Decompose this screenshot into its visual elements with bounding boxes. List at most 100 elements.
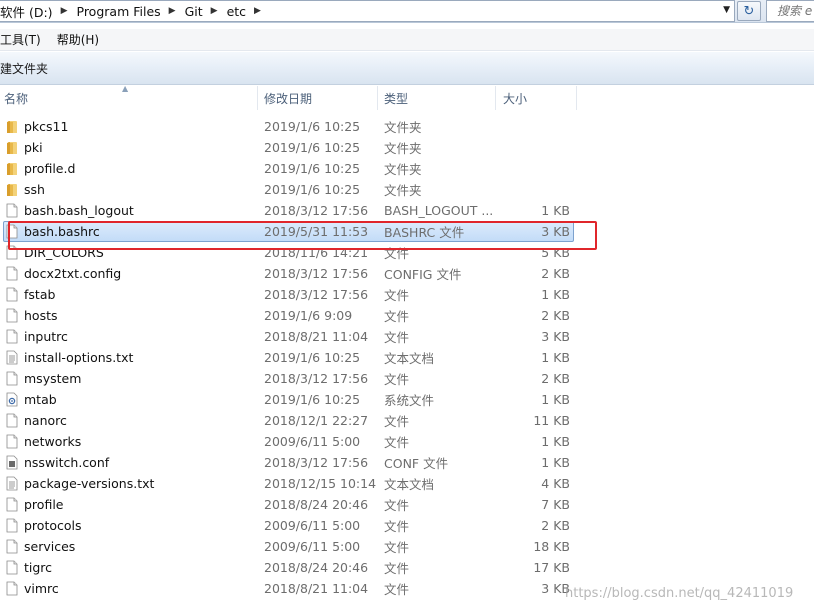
file-name: hosts xyxy=(24,308,58,323)
file-size xyxy=(498,179,570,200)
file-type: 文件 xyxy=(384,519,410,534)
breadcrumb-drive[interactable]: 软件 (D:) xyxy=(0,2,53,21)
file-size: 1 KB xyxy=(541,434,570,449)
conf-file-icon xyxy=(4,452,20,473)
file-name: networks xyxy=(24,434,82,449)
breadcrumb-separator-icon[interactable]: ▶ xyxy=(254,6,261,16)
file-row[interactable]: pkcs11 2019/1/6 10:25 文件夹 xyxy=(0,116,814,137)
breadcrumb-git[interactable]: Git xyxy=(185,4,203,19)
breadcrumb-separator-icon[interactable]: ▶ xyxy=(211,6,218,16)
file-date: 2018/3/12 17:56 xyxy=(264,287,369,302)
file-row[interactable]: msystem 2018/3/12 17:56 文件 2 KB xyxy=(0,368,814,389)
file-date: 2018/3/12 17:56 xyxy=(264,266,369,281)
file-type: 文件 xyxy=(384,288,410,303)
column-header-size[interactable]: 大小 xyxy=(499,86,577,110)
file-icon xyxy=(4,557,20,578)
column-header-date[interactable]: 修改日期 xyxy=(260,86,378,110)
file-row[interactable]: install-options.txt 2019/1/6 10:25 文本文档 1 K… xyxy=(0,347,814,368)
file-row[interactable]: tigrc 2018/8/24 20:46 文件 17 KB xyxy=(0,557,814,578)
file-name: nanorc xyxy=(24,413,67,428)
file-row[interactable]: nanorc 2018/12/1 22:27 文件 11 KB xyxy=(0,410,814,431)
file-row[interactable]: bash.bash_logout 2018/3/12 17:56 BASH_LOGO… xyxy=(0,200,814,221)
file-date: 2018/12/1 22:27 xyxy=(264,413,369,428)
file-row[interactable]: mtab 2019/1/6 10:25 系统文件 1 KB xyxy=(0,389,814,410)
refresh-icon: ↻ xyxy=(743,3,755,19)
file-row[interactable]: networks 2009/6/11 5:00 文件 1 KB xyxy=(0,431,814,452)
file-row[interactable]: pki 2019/1/6 10:25 文件夹 xyxy=(0,137,814,158)
new-folder-button[interactable]: 建文件夹 xyxy=(0,60,48,77)
file-name: pki xyxy=(24,140,43,155)
file-size: 18 KB xyxy=(533,539,570,554)
file-size xyxy=(498,158,570,179)
file-icon xyxy=(4,494,20,515)
breadcrumb-program-files[interactable]: Program Files xyxy=(77,4,161,19)
address-box[interactable]: 软件 (D:) ▶ Program Files ▶ Git ▶ etc ▶ ▼ xyxy=(0,0,735,22)
file-size: 4 KB xyxy=(541,476,570,491)
file-row[interactable]: protocols 2009/6/11 5:00 文件 2 KB xyxy=(0,515,814,536)
file-type: 文件 xyxy=(384,582,410,597)
file-date: 2018/3/12 17:56 xyxy=(264,455,369,470)
file-type: 系统文件 xyxy=(384,393,435,408)
file-type: CONF 文件 xyxy=(384,456,449,471)
file-icon xyxy=(4,410,20,431)
refresh-button[interactable]: ↻ xyxy=(737,1,761,21)
file-row[interactable]: services 2009/6/11 5:00 文件 18 KB xyxy=(0,536,814,557)
breadcrumb-separator-icon[interactable]: ▶ xyxy=(61,6,68,16)
file-name: docx2txt.config xyxy=(24,266,122,281)
file-row[interactable]: fstab 2018/3/12 17:56 文件 1 KB xyxy=(0,284,814,305)
file-list: pkcs11 2019/1/6 10:25 文件夹 pki 2019/1/6 10:25… xyxy=(0,116,814,599)
file-name: install-options.txt xyxy=(24,350,134,365)
file-name: fstab xyxy=(24,287,56,302)
file-size: 3 KB xyxy=(541,329,570,344)
file-size: 2 KB xyxy=(541,518,570,533)
column-header-type-label: 类型 xyxy=(384,91,409,106)
menu-help[interactable]: 帮助(H) xyxy=(57,31,99,48)
address-bar: 软件 (D:) ▶ Program Files ▶ Git ▶ etc ▶ ▼ … xyxy=(0,0,814,23)
file-type: 文本文档 xyxy=(384,351,435,366)
file-size: 2 KB xyxy=(541,266,570,281)
file-name: nsswitch.conf xyxy=(24,455,110,470)
file-type: 文件 xyxy=(384,414,410,429)
file-icon xyxy=(4,536,20,557)
file-row[interactable]: docx2txt.config 2018/3/12 17:56 CONFIG 文件 2… xyxy=(0,263,814,284)
file-icon xyxy=(4,515,20,536)
file-icon xyxy=(4,284,20,305)
menu-tools[interactable]: 工具(T) xyxy=(0,31,41,48)
folder-icon xyxy=(4,179,20,200)
file-icon xyxy=(4,263,20,284)
breadcrumb-separator-icon[interactable]: ▶ xyxy=(169,6,176,16)
text-file-icon xyxy=(4,473,20,494)
file-date: 2009/6/11 5:00 xyxy=(264,518,361,533)
file-row[interactable]: package-versions.txt 2018/12/15 10:14 文本文档… xyxy=(0,473,814,494)
file-size: 1 KB xyxy=(541,287,570,302)
file-icon xyxy=(4,326,20,347)
file-row[interactable]: inputrc 2018/8/21 11:04 文件 3 KB xyxy=(0,326,814,347)
file-date: 2019/1/6 10:25 xyxy=(264,350,361,365)
breadcrumb-etc[interactable]: etc xyxy=(227,4,246,19)
chevron-down-icon[interactable]: ▼ xyxy=(723,5,730,15)
file-date: 2018/3/12 17:56 xyxy=(264,371,369,386)
column-headers: 名称 ▲ 修改日期 类型 大小 xyxy=(0,84,814,110)
file-size: 1 KB xyxy=(541,350,570,365)
command-bar: 建文件夹 xyxy=(0,52,814,85)
search-field[interactable] xyxy=(766,0,814,22)
file-type: 文件 xyxy=(384,435,410,450)
file-row[interactable]: hosts 2019/1/6 9:09 文件 2 KB xyxy=(0,305,814,326)
file-row[interactable]: nsswitch.conf 2018/3/12 17:56 CONF 文件 1 KB xyxy=(0,452,814,473)
file-size: 11 KB xyxy=(533,413,570,428)
column-header-name[interactable]: 名称 ▲ xyxy=(0,84,258,110)
file-type: BASH_LOGOUT ... xyxy=(384,203,494,218)
column-header-type[interactable]: 类型 xyxy=(380,86,496,110)
file-name: msystem xyxy=(24,371,82,386)
file-row[interactable]: ssh 2019/1/6 10:25 文件夹 xyxy=(0,179,814,200)
sort-ascending-icon: ▲ xyxy=(122,84,129,93)
search-input[interactable] xyxy=(777,4,814,18)
file-name: tigrc xyxy=(24,560,53,575)
file-size: 1 KB xyxy=(541,392,570,407)
file-date: 2018/8/21 11:04 xyxy=(264,329,369,344)
file-row[interactable]: profile.d 2019/1/6 10:25 文件夹 xyxy=(0,158,814,179)
file-name: ssh xyxy=(24,182,45,197)
file-icon xyxy=(4,431,20,452)
file-size: 1 KB xyxy=(541,455,570,470)
file-row[interactable]: profile 2018/8/24 20:46 文件 7 KB xyxy=(0,494,814,515)
